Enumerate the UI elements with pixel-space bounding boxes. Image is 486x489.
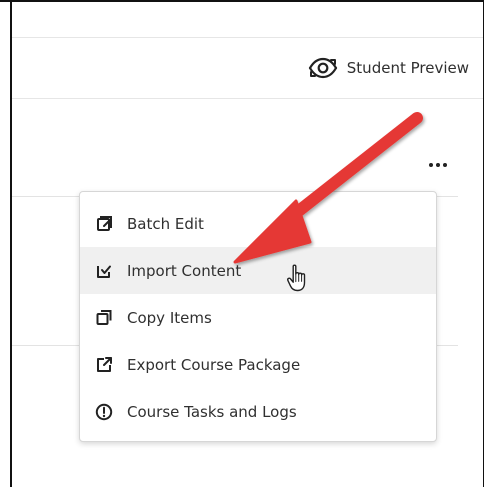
menu-item-label: Batch Edit — [127, 214, 204, 233]
menu-list: Batch Edit Import Content Copy Items Exp… — [80, 200, 436, 435]
more-options-button[interactable] — [421, 157, 455, 173]
left-edge-divider — [0, 2, 12, 487]
student-preview-button[interactable]: Student Preview — [307, 54, 469, 82]
import-content-icon — [92, 259, 115, 282]
course-tasks-logs-icon — [92, 400, 115, 423]
copy-items-icon — [92, 306, 115, 329]
menu-item-import-content[interactable]: Import Content — [80, 247, 436, 294]
menu-item-course-tasks-logs[interactable]: Course Tasks and Logs — [80, 388, 436, 435]
preview-bar: Student Preview — [12, 38, 483, 99]
top-strip — [12, 2, 483, 38]
menu-item-label: Copy Items — [127, 308, 212, 327]
batch-edit-icon — [92, 212, 115, 235]
export-course-package-icon — [92, 353, 115, 376]
menu-item-label: Import Content — [127, 261, 242, 280]
more-horizontal-icon — [429, 163, 433, 167]
menu-item-batch-edit[interactable]: Batch Edit — [80, 200, 436, 247]
more-horizontal-icon — [443, 163, 447, 167]
more-options-menu: Batch Edit Import Content Copy Items Exp… — [79, 191, 437, 442]
menu-item-label: Course Tasks and Logs — [127, 402, 297, 421]
more-horizontal-icon — [436, 163, 440, 167]
menu-item-export-course-package[interactable]: Export Course Package — [80, 341, 436, 388]
student-preview-label: Student Preview — [346, 59, 469, 77]
menu-item-copy-items[interactable]: Copy Items — [80, 294, 436, 341]
student-preview-icon — [307, 56, 339, 80]
menu-item-label: Export Course Package — [127, 355, 301, 374]
